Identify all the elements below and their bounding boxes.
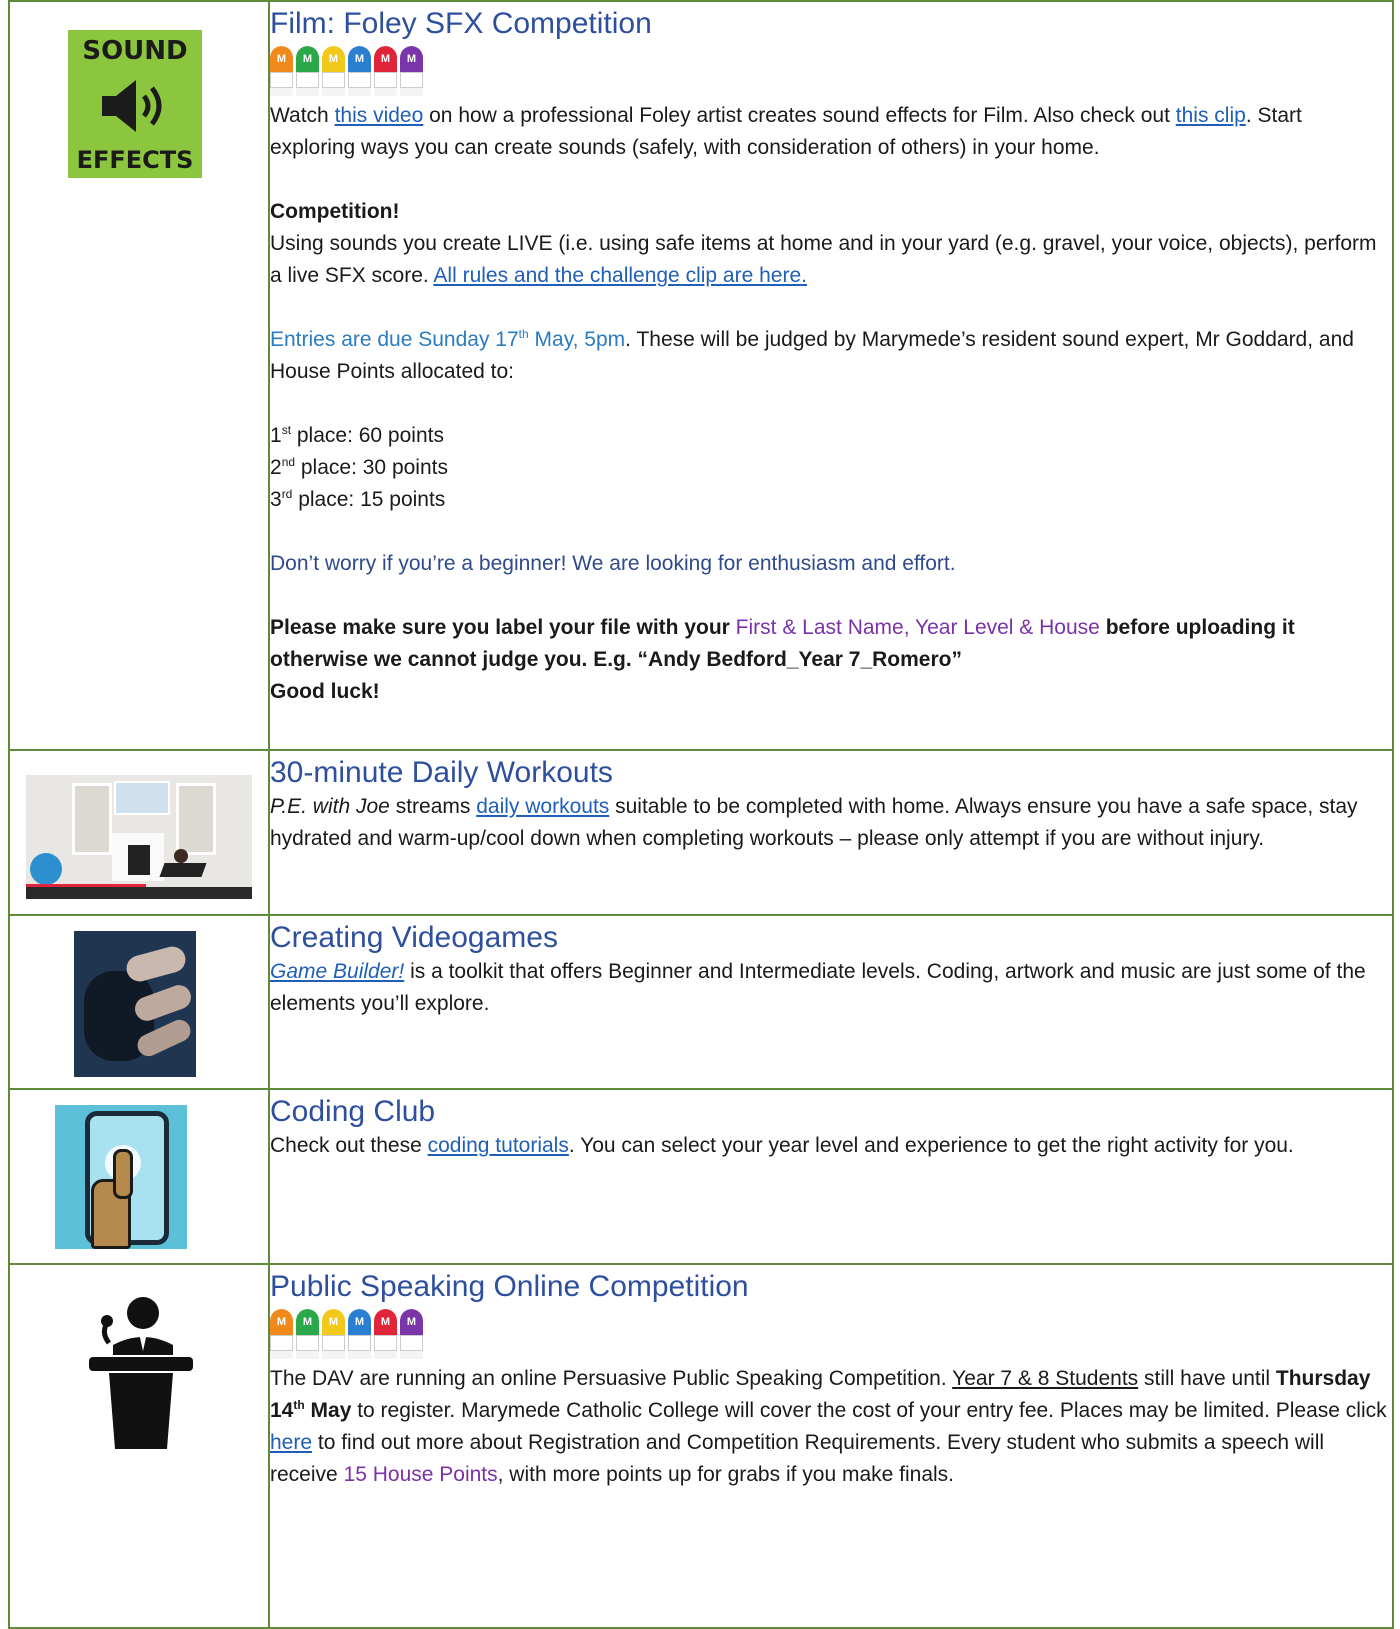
speaking-title: Public Speaking Online Competition: [270, 1270, 749, 1303]
videogames-title: Creating Videogames: [270, 921, 558, 954]
sound-effects-image: SOUND EFFECTS: [68, 30, 202, 178]
house-logo-chisholm: M: [296, 1309, 319, 1359]
house-logos: M M M M M M: [270, 1309, 1392, 1361]
foley-intro: Watch this video on how a professional F…: [270, 104, 1302, 159]
table-row: Coding Club Check out these coding tutor…: [8, 1088, 1394, 1265]
competition-heading: Competition!: [270, 200, 400, 223]
workouts-title: 30-minute Daily Workouts: [270, 756, 613, 789]
house-logo-chisholm: M: [296, 46, 319, 96]
speaking-text-cell: Public Speaking Online Competition M M M…: [268, 1263, 1394, 1629]
house-logo-mcauley: M: [348, 1309, 371, 1359]
this-video-link[interactable]: this video: [335, 104, 424, 127]
house-logo-spodrack: M: [374, 46, 397, 96]
workouts-image-cell: [8, 749, 270, 916]
table-row: 30-minute Daily Workouts P.E. with Joe s…: [8, 749, 1394, 916]
this-clip-link[interactable]: this clip: [1176, 104, 1246, 127]
here-link[interactable]: here: [270, 1431, 312, 1454]
game-controller-image: [74, 931, 196, 1077]
good-luck: Good luck!: [270, 680, 380, 703]
house-logo-spodrack: M: [374, 1309, 397, 1359]
speaking-image-cell: [8, 1263, 270, 1629]
competition-text: Using sounds you create LIVE (i.e. using…: [270, 232, 1377, 287]
game-builder-link[interactable]: Game Builder!: [270, 960, 404, 983]
activities-table: SOUND EFFECTS Film: Foley SFX Competitio…: [8, 0, 1394, 1629]
place-3: 3rd place: 15 points: [270, 487, 446, 511]
coding-title: Coding Club: [270, 1095, 436, 1128]
effects-label: EFFECTS: [76, 146, 194, 174]
speaker-podium-icon: [89, 1297, 193, 1449]
beginner-note: Don’t worry if you’re a beginner! We are…: [270, 552, 956, 575]
house-logo-mackillop: M: [322, 1309, 345, 1359]
workouts-text-cell: 30-minute Daily Workouts P.E. with Joe s…: [268, 749, 1394, 916]
rules-link[interactable]: All rules and the challenge clip are her…: [433, 264, 807, 287]
labeling-instructions: Please make sure you label your file wit…: [270, 616, 1295, 671]
speaking-text: The DAV are running an online Persuasive…: [270, 1367, 1387, 1486]
sound-label: SOUND: [82, 36, 188, 66]
videogames-text: Game Builder! is a toolkit that offers B…: [270, 960, 1366, 1015]
coding-text: Check out these coding tutorials. You ca…: [270, 1134, 1294, 1157]
house-logo-chanel: M: [270, 46, 293, 96]
videogames-image-cell: [8, 914, 270, 1090]
touchscreen-phone-image: [55, 1105, 187, 1249]
table-row: SOUND EFFECTS Film: Foley SFX Competitio…: [8, 0, 1394, 751]
house-logo-chanel: M: [270, 1309, 293, 1359]
foley-text-cell: Film: Foley SFX Competition M M M M M M …: [268, 0, 1394, 751]
table-row: Creating Videogames Game Builder! is a t…: [8, 914, 1394, 1090]
house-logo-mackillop: M: [322, 46, 345, 96]
coding-tutorials-link[interactable]: coding tutorials: [428, 1134, 569, 1157]
place-1: 1st place: 60 points: [270, 423, 444, 447]
house-logos: M M M M M M: [270, 46, 1392, 98]
entries-due: Entries are due Sunday 17th May, 5pm. Th…: [270, 327, 1354, 383]
coding-text-cell: Coding Club Check out these coding tutor…: [268, 1088, 1394, 1265]
house-logo-romero: M: [400, 46, 423, 96]
house-logo-mcauley: M: [348, 46, 371, 96]
place-2: 2nd place: 30 points: [270, 455, 448, 479]
coding-image-cell: [8, 1088, 270, 1265]
speaker-icon: [102, 80, 162, 132]
foley-title: Film: Foley SFX Competition: [270, 7, 652, 40]
house-logo-romero: M: [400, 1309, 423, 1359]
daily-workouts-link[interactable]: daily workouts: [476, 795, 609, 818]
foley-image-cell: SOUND EFFECTS: [8, 0, 270, 751]
workout-video-thumbnail: [26, 775, 252, 899]
videogames-text-cell: Creating Videogames Game Builder! is a t…: [268, 914, 1394, 1090]
workouts-text: P.E. with Joe streams daily workouts sui…: [270, 795, 1358, 850]
table-row: Public Speaking Online Competition M M M…: [8, 1263, 1394, 1629]
